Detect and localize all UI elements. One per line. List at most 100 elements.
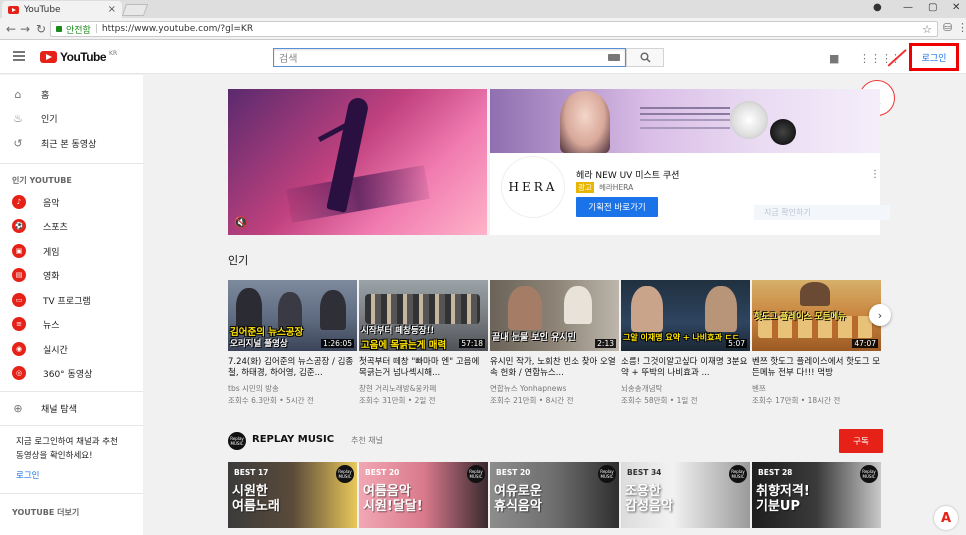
video-title[interactable]: 소름! 그것이알고싶다 이재명 3분요약 + 뚜박의 나비효과 ... xyxy=(621,357,750,379)
video-title[interactable]: 7.24(화) 김어준의 뉴스공장 / 김종철, 하태경, 하어영, 김준... xyxy=(228,357,357,379)
tab-close-icon[interactable]: × xyxy=(108,4,116,15)
video-thumbnail[interactable]: 핫도그 플레이스 모든메뉴 47:07 xyxy=(752,280,881,351)
sidebar-item-360[interactable]: ◎ 360° 동영상 xyxy=(0,362,143,384)
login-button[interactable]: 로그인 xyxy=(909,43,959,71)
playlist-thumbnail[interactable]: BEST 17 시원한 여름노래 Replay MUSIC xyxy=(228,462,357,528)
tv-icon: ▭ xyxy=(12,293,26,307)
playlist-thumbnail[interactable]: BEST 34 조용한 감성음악 Replay MUSIC xyxy=(621,462,750,528)
video-title[interactable]: 유시민 작가, 노회찬 빈소 찾아 오열 속 헌화 / 연합뉴스... xyxy=(490,357,619,379)
carousel-next-button[interactable]: › xyxy=(869,304,891,326)
sidebar-item-tv[interactable]: ▭ TV 프로그램 xyxy=(0,289,143,311)
hamburger-menu-icon[interactable] xyxy=(13,51,25,61)
upload-video-icon[interactable]: ■ xyxy=(829,52,839,65)
video-title[interactable]: 첫곡부터 떼창 "빠마마 엔" 고음에 목긁는거 넘나섹시해... xyxy=(359,357,488,379)
ad-title[interactable]: 헤라 NEW UV 미스트 쿠션 xyxy=(576,168,679,181)
profile-icon[interactable]: ● xyxy=(873,2,882,13)
best-heading: 인기 YOUTUBE xyxy=(12,176,72,185)
reload-icon[interactable]: ↻ xyxy=(36,22,46,36)
search-button[interactable] xyxy=(626,48,664,67)
browser-tab-bar: YouTube × ● — ▢ ✕ xyxy=(0,0,966,18)
sidebar-item-live[interactable]: ◉ 실시간 xyxy=(0,338,143,360)
playlist-caption: 시원한 여름노래 xyxy=(232,484,280,514)
playlist-thumbnail[interactable]: BEST 28 취향저격! 기분UP Replay MUSIC xyxy=(752,462,881,528)
video-thumbnail[interactable]: 끝내 눈물 보인 유시민 2:13 xyxy=(490,280,619,351)
browser-menu-icon[interactable]: ⋮ xyxy=(957,21,966,34)
ad-advertiser[interactable]: 헤라HERA xyxy=(599,182,633,193)
sidebar-divider xyxy=(0,493,143,494)
video-channel[interactable]: 뇌송송개념탁 xyxy=(621,383,750,394)
video-light-streak xyxy=(286,165,430,223)
channel-title[interactable]: REPLAY MUSIC xyxy=(252,434,334,445)
thumb-caption: 끝내 눈물 보인 유시민 xyxy=(492,333,576,343)
sidebar-item-music[interactable]: ♪ 음악 xyxy=(0,191,143,213)
url-text[interactable]: https://www.youtube.com/?gl=KR xyxy=(102,24,918,34)
back-icon[interactable]: ← xyxy=(6,22,16,36)
video-duration: 57:18 xyxy=(459,339,485,348)
playlist-best: BEST 20 xyxy=(365,468,400,477)
sidebar-item-news[interactable]: ≡ 뉴스 xyxy=(0,313,143,335)
thumb-person xyxy=(320,290,346,330)
video-meta: 조회수 21만회 • 8시간 전 xyxy=(490,396,574,405)
secure-label: 안전함 xyxy=(66,25,91,36)
browser-tab[interactable]: YouTube × xyxy=(2,1,122,18)
sidebar-item-sports[interactable]: ⚽ 스포츠 xyxy=(0,215,143,237)
video-duration: 47:07 xyxy=(852,339,878,348)
youtube-logo[interactable]: YouTube KR xyxy=(40,50,117,64)
sidebar-item-label: 홈 xyxy=(41,90,50,101)
video-channel[interactable]: 연합뉴스 Yonhapnews xyxy=(490,383,619,394)
window-close-icon[interactable]: ✕ xyxy=(952,2,960,13)
playlist-caption-line: 여름음악 xyxy=(363,484,411,499)
video-channel[interactable]: 벤쯔 xyxy=(752,383,881,394)
apps-grid-icon[interactable]: ⋮⋮⋮ xyxy=(859,52,892,65)
thumb-person xyxy=(800,282,830,306)
playlist-thumbnail[interactable]: BEST 20 여유로운 휴식음악 Replay MUSIC xyxy=(490,462,619,528)
sidebar-login-link[interactable]: 로그인 xyxy=(16,469,39,481)
search-placeholder[interactable]: 검색 xyxy=(279,50,608,65)
ad-badge: 광고 xyxy=(576,182,594,193)
forward-icon[interactable]: → xyxy=(20,22,30,36)
360-icon: ◎ xyxy=(12,366,26,380)
search-icon xyxy=(640,52,651,63)
sidebar-item-browse-channels[interactable]: ⊕ 채널 탐색 xyxy=(0,397,143,419)
sidebar-item-history[interactable]: ↺ 최근 본 동영상 xyxy=(0,132,143,154)
search-input[interactable]: 검색 xyxy=(273,48,626,67)
video-thumbnail[interactable]: 김어준의 뉴스공장 오리지널 풀영상 1:26:05 xyxy=(228,280,357,351)
playlist-badge: Replay MUSIC xyxy=(467,465,485,483)
video-channel[interactable]: tbs 시민의 방송 xyxy=(228,383,357,394)
maximize-icon[interactable]: ▢ xyxy=(928,2,937,13)
sidebar-item-home[interactable]: ⌂ 홈 xyxy=(0,83,143,105)
sidebar-item-trending[interactable]: ♨ 인기 xyxy=(0,107,143,129)
mute-icon[interactable]: 🔇 xyxy=(234,216,248,229)
playlist-badge: Replay MUSIC xyxy=(598,465,616,483)
minimize-icon[interactable]: — xyxy=(903,2,913,13)
video-title[interactable]: 벤쯔 핫도그 플레이스에서 핫도그 모든메뉴 전부 다!!! 먹방 xyxy=(752,357,881,379)
new-tab-button[interactable] xyxy=(121,4,149,16)
ad-more-icon[interactable]: ⋮ xyxy=(870,169,880,180)
bookmark-star-icon[interactable]: ☆ xyxy=(922,23,932,36)
video-channel[interactable]: 창현 거리노래방&웅카페 xyxy=(359,383,488,394)
sidebar: ⌂ 홈 ♨ 인기 ↺ 최근 본 동영상 인기 YOUTUBE ♪ 음악 ⚽ 스포… xyxy=(0,75,143,535)
url-separator: | xyxy=(94,24,98,34)
subscribe-button[interactable]: 구독 xyxy=(839,429,883,453)
thumb-caption: 김어준의 뉴스공장 xyxy=(230,327,304,338)
playlist-caption-line: 휴식음악 xyxy=(494,499,542,514)
sidebar-item-label: 인기 xyxy=(41,114,58,125)
playlist-caption: 취향저격! 기분UP xyxy=(756,484,810,514)
sidebar-item-movies[interactable]: ▤ 영화 xyxy=(0,264,143,286)
thumb-person xyxy=(508,286,542,330)
extension-icon[interactable]: ⛁ xyxy=(943,21,952,34)
featured-video-player[interactable]: 🔇 xyxy=(228,89,487,235)
video-thumbnail[interactable]: 시작부터 떼창등장!! 고음에 목긁는게 매력 57:18 xyxy=(359,280,488,351)
video-thumbnail[interactable]: 그알 이재명 요약 + 나비효과 ㄷㄷ 5:07 xyxy=(621,280,750,351)
ad-cta-button[interactable]: 기획전 바로가기 xyxy=(576,197,658,217)
sidebar-item-gaming[interactable]: ▣ 게임 xyxy=(0,240,143,262)
keyboard-icon[interactable] xyxy=(608,54,620,61)
ad-banner-image[interactable] xyxy=(490,89,880,153)
playlist-thumbnail[interactable]: BEST 20 여름음악 시원!달달! Replay MUSIC xyxy=(359,462,488,528)
video-meta: 조회수 17만회 • 18시간 전 xyxy=(752,396,841,405)
playlist-badge: Replay MUSIC xyxy=(729,465,747,483)
ad-brand-logo[interactable]: HERA xyxy=(502,157,564,217)
plus-circle-icon: ⊕ xyxy=(13,401,23,415)
channel-avatar[interactable]: Replay MUSIC xyxy=(228,432,246,450)
url-box[interactable]: 안전함 | https://www.youtube.com/?gl=KR ☆ xyxy=(50,21,938,37)
